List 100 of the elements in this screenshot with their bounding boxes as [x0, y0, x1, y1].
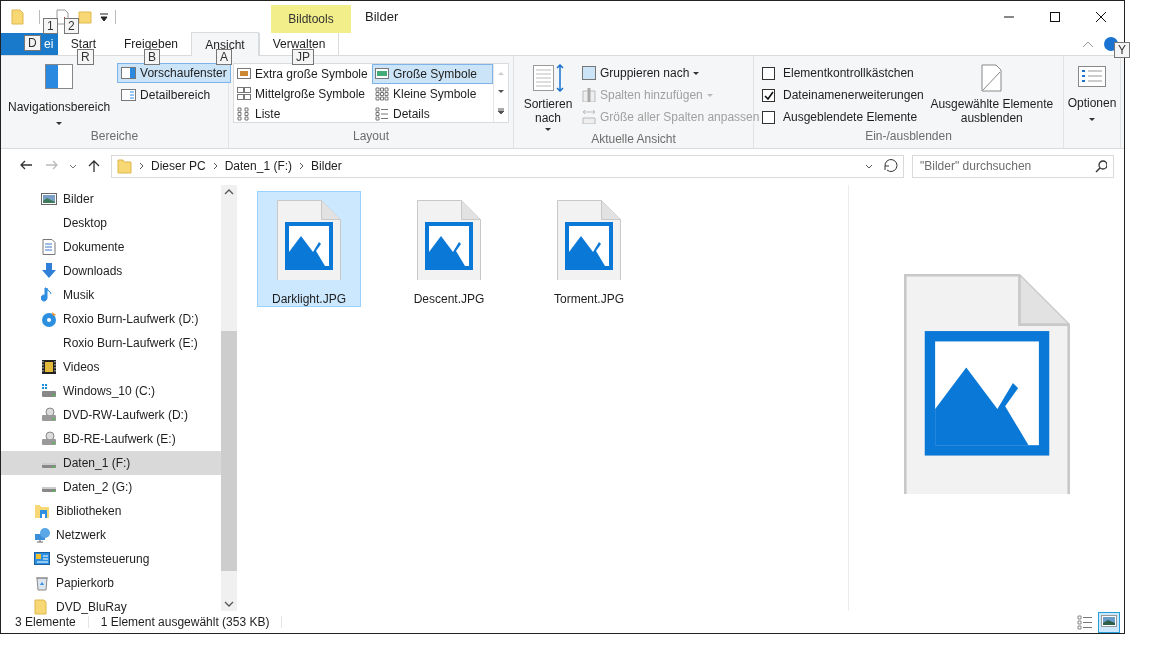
drive-icon	[41, 461, 57, 469]
sidebar-item[interactable]: Daten_1 (F:)	[1, 451, 221, 475]
sidebar-item[interactable]: Videos	[1, 355, 221, 379]
refresh-icon[interactable]	[884, 159, 898, 173]
checkbox[interactable]	[762, 88, 775, 102]
sidebar-item[interactable]: Windows_10 (C:)	[1, 379, 221, 403]
dropdown-icon[interactable]	[865, 163, 873, 169]
checkbox-label[interactable]: Dateinamenerweiterungen	[783, 86, 924, 104]
drive-icon	[41, 485, 57, 493]
checkmark-icon	[763, 90, 774, 100]
group-label: Aktuelle Ansicht	[590, 131, 677, 148]
file-item[interactable]: Torment.JPG	[537, 191, 641, 307]
film-icon	[41, 359, 57, 375]
breadcrumb-item[interactable]: Dieser PC	[151, 157, 206, 175]
expand-gallery-icon[interactable]	[498, 108, 504, 116]
scrollbar[interactable]	[221, 185, 237, 611]
scrollbar-thumb[interactable]	[221, 331, 237, 571]
sidebar-item[interactable]: Systemsteuerung	[1, 547, 221, 571]
checkbox[interactable]	[762, 66, 775, 80]
resize-columns-icon	[582, 110, 596, 124]
down-arrow-icon	[41, 263, 57, 279]
keytip-badge: A	[216, 49, 232, 65]
sidebar-item[interactable]: Netzwerk	[1, 523, 221, 547]
sidebar-item[interactable]: DVD-RW-Laufwerk (D:)	[1, 403, 221, 427]
window-title: Bilder	[365, 8, 399, 27]
image-file-icon	[903, 274, 1070, 494]
search-field[interactable]: "Bilder" durchsuchen	[912, 154, 1114, 178]
checkbox-label[interactable]: Ausgeblendete Elemente	[783, 108, 918, 126]
scroll-up-icon[interactable]	[224, 189, 234, 195]
sidebar-item[interactable]: Bilder	[1, 187, 221, 211]
chevron-icon	[299, 162, 305, 170]
context-tab-label: Bildtools	[271, 5, 351, 33]
scroll-down-icon[interactable]	[224, 601, 234, 607]
sidebar-item[interactable]: Roxio Burn-Laufwerk (E:)	[1, 331, 221, 355]
search-icon[interactable]	[1095, 159, 1107, 173]
sidebar-item[interactable]: Dokumente	[1, 235, 221, 259]
layout-option[interactable]: Kleine Symbole	[372, 84, 493, 104]
folder-icon	[34, 599, 50, 615]
layout-option[interactable]: Liste	[234, 104, 372, 124]
sidebar-item[interactable]: Musik	[1, 283, 221, 307]
dropdown-caret-icon	[1089, 118, 1095, 121]
sidebar-item[interactable]: BD-RE-Laufwerk (E:)	[1, 427, 221, 451]
layout-option[interactable]: Mittelgroße Symbole	[234, 84, 372, 104]
address-field[interactable]: Dieser PC Daten_1 (F:) Bilder	[111, 154, 904, 178]
network-icon	[34, 527, 50, 543]
options-icon	[1078, 66, 1106, 87]
large-icons-view-button[interactable]	[1098, 611, 1120, 633]
breadcrumb-item[interactable]: Bilder	[311, 157, 342, 175]
add-columns-icon	[582, 88, 596, 102]
options-button[interactable]: Optionen	[1064, 56, 1120, 148]
sidebar-item[interactable]: Roxio Burn-Laufwerk (D:)	[1, 307, 221, 331]
image-file-icon	[557, 200, 621, 280]
view-command[interactable]: Gruppieren nach	[582, 63, 760, 83]
dropdown-caret-icon	[545, 128, 551, 131]
scroll-down-icon[interactable]	[498, 89, 504, 95]
disc-icon	[41, 311, 57, 327]
sidebar-item[interactable]: Bibliotheken	[1, 499, 221, 523]
dropdown-caret-icon	[706, 93, 713, 97]
sidebar-item[interactable]: Desktop	[1, 211, 221, 235]
hide-selected-button[interactable]: Ausgewählte Elemente ausblenden	[929, 56, 1054, 128]
collapse-ribbon-icon[interactable]	[1082, 39, 1094, 49]
sort-by-button[interactable]: Sortieren nach	[514, 56, 582, 131]
group-label: Ein-/ausblenden	[864, 128, 953, 145]
sidebar-item[interactable]: Papierkorb	[1, 571, 221, 595]
details-view-icon	[1077, 614, 1093, 630]
dropdown-caret-icon	[56, 122, 63, 125]
customize-dropdown-icon[interactable]	[99, 12, 109, 22]
up-icon	[87, 159, 101, 173]
dropdown-caret-icon	[693, 71, 700, 75]
medium-icons-icon	[237, 87, 251, 101]
group-by-icon	[582, 66, 596, 80]
breadcrumb-item[interactable]: Daten_1 (F:)	[224, 157, 293, 175]
pane-toggle[interactable]: Vorschaufenster	[117, 63, 231, 83]
library-folder-icon	[34, 503, 50, 519]
layout-option[interactable]: Extra große Symbole	[234, 64, 372, 84]
file-item[interactable]: Descent.JPG	[397, 191, 501, 307]
layout-option[interactable]: Details	[372, 104, 493, 124]
layout-option[interactable]: Große Symbole	[372, 64, 493, 84]
chevron-icon	[212, 162, 218, 170]
group-label: Bereiche	[89, 128, 140, 145]
extra-large-icons-icon	[237, 67, 251, 81]
picture-icon	[1101, 614, 1117, 630]
checkbox-label[interactable]: Elementkontrollkästchen	[783, 64, 914, 82]
file-item[interactable]: Darklight.JPG	[257, 191, 361, 307]
pane-toggle[interactable]: Detailbereich	[117, 85, 231, 105]
disc-drive-icon	[41, 407, 57, 423]
sidebar-item[interactable]: Downloads	[1, 259, 221, 283]
checkbox[interactable]	[762, 110, 775, 124]
keytip-badge: R	[77, 49, 94, 65]
recycle-bin-icon	[34, 575, 50, 591]
keytip-badge: 1	[43, 18, 58, 34]
disc-drive-icon	[41, 431, 57, 447]
pane-layout-icon	[45, 64, 74, 89]
maximize-icon	[1050, 12, 1060, 22]
chevron-icon	[139, 162, 144, 170]
sidebar-item[interactable]: Daten_2 (G:)	[1, 475, 221, 499]
folder-icon	[11, 8, 25, 26]
new-folder-icon[interactable]	[78, 9, 92, 25]
close-icon	[1096, 12, 1106, 22]
control-panel-icon	[34, 551, 50, 567]
